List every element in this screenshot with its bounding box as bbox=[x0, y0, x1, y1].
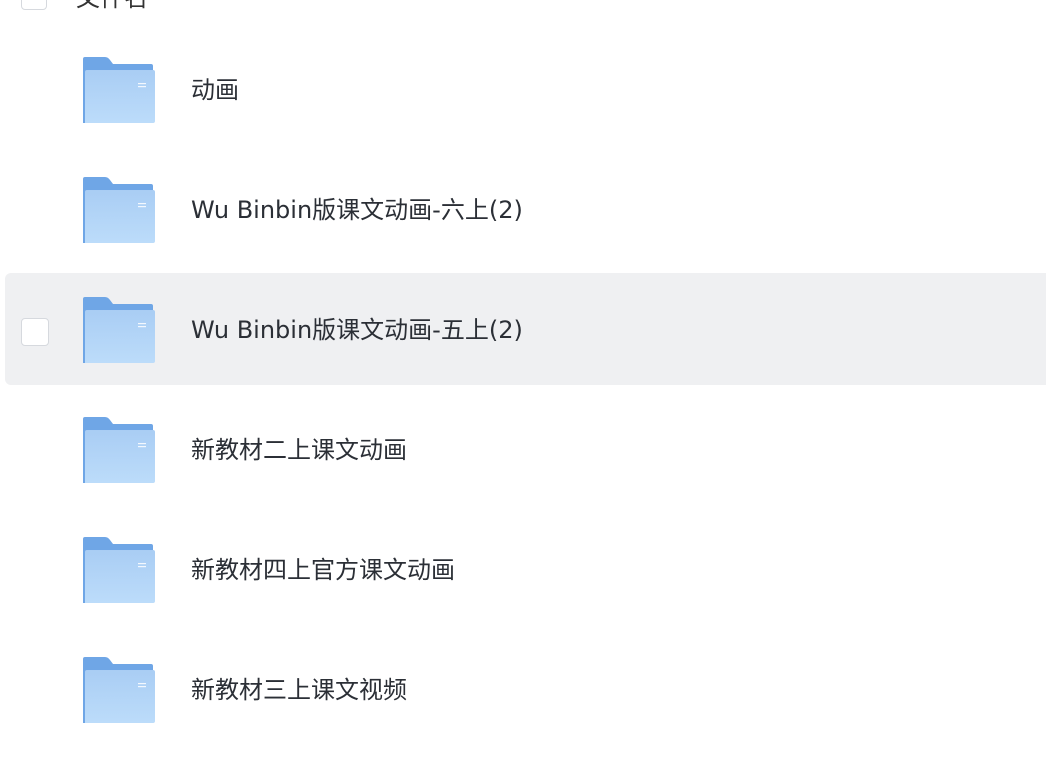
file-name[interactable]: 动画 bbox=[191, 75, 239, 105]
folder-icon bbox=[83, 417, 155, 483]
folder-icon bbox=[83, 297, 155, 363]
file-name[interactable]: Wu Binbin版课文动画-五上(2) bbox=[191, 315, 523, 345]
file-row[interactable]: 新教材三上课文视频 bbox=[5, 633, 1046, 745]
row-checkbox[interactable] bbox=[21, 318, 49, 346]
file-list-header: 文件名 bbox=[0, 0, 1046, 12]
file-name[interactable]: Wu Binbin版课文动画-六上(2) bbox=[191, 195, 523, 225]
file-row[interactable]: 新教材二上课文动画 bbox=[5, 393, 1046, 505]
file-row[interactable]: Wu Binbin版课文动画-六上(2) bbox=[5, 153, 1046, 265]
folder-icon bbox=[83, 57, 155, 123]
file-name[interactable]: 新教材二上课文动画 bbox=[191, 435, 407, 465]
file-row[interactable]: 动画 bbox=[5, 33, 1046, 145]
folder-icon bbox=[83, 657, 155, 723]
file-name[interactable]: 新教材四上官方课文动画 bbox=[191, 555, 455, 585]
file-row[interactable]: 新教材四上官方课文动画 bbox=[5, 513, 1046, 625]
folder-icon bbox=[83, 177, 155, 243]
file-name[interactable]: 新教材三上课文视频 bbox=[191, 675, 407, 705]
file-list: 动画 Wu Binbin版课文动画-六上(2) Wu Binbin版课文动画-五… bbox=[5, 33, 1046, 753]
file-row[interactable]: Wu Binbin版课文动画-五上(2) bbox=[5, 273, 1046, 385]
select-all-checkbox[interactable] bbox=[21, 0, 47, 10]
folder-icon bbox=[83, 537, 155, 603]
file-name-column-label: 文件名 bbox=[76, 0, 148, 12]
